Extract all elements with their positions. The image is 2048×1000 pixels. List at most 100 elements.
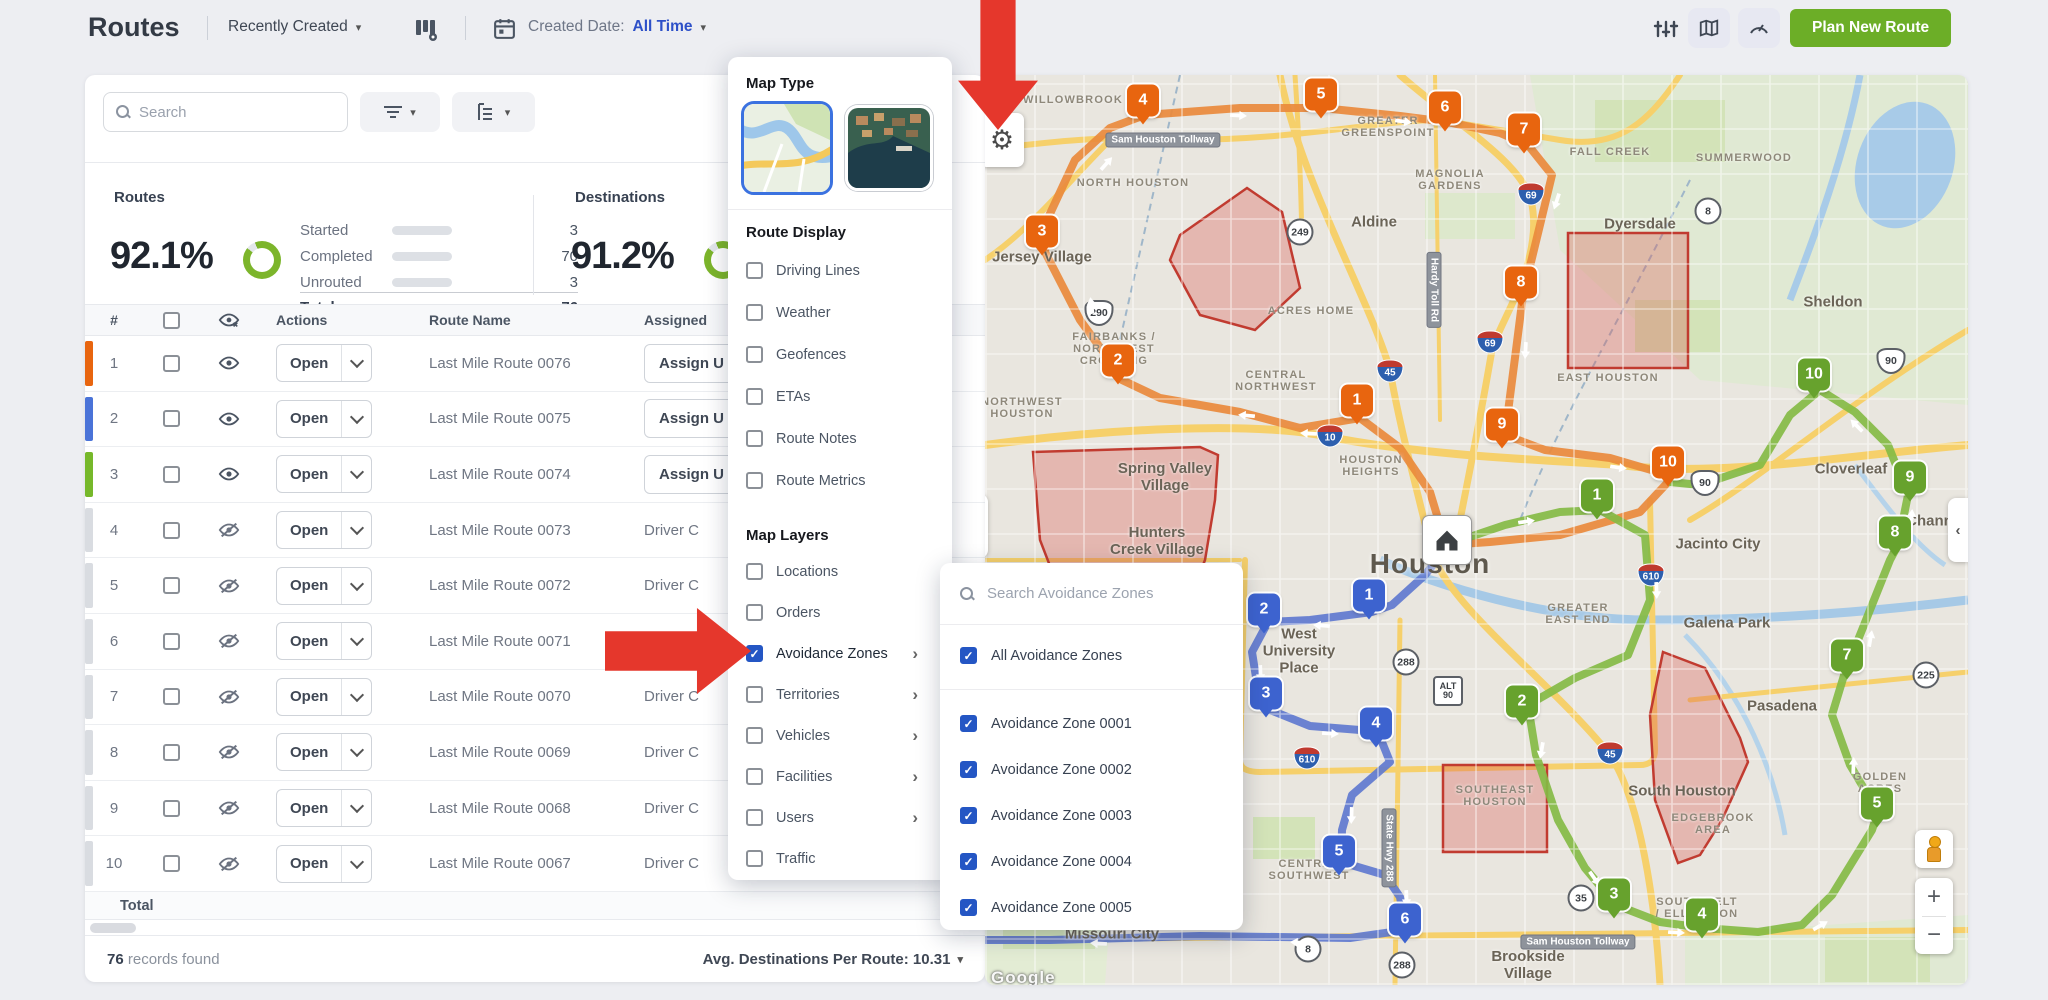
open-route-button[interactable]: Open bbox=[276, 845, 372, 883]
open-route-button[interactable]: Open bbox=[276, 733, 372, 771]
open-route-button[interactable]: Open bbox=[276, 567, 372, 605]
map-layer-item-users[interactable]: Users› bbox=[746, 809, 934, 826]
eye-off-icon[interactable] bbox=[199, 632, 259, 650]
row-checkbox[interactable] bbox=[163, 522, 180, 539]
route-display-item[interactable]: Driving Lines bbox=[746, 262, 860, 279]
checkbox[interactable] bbox=[746, 346, 763, 363]
assign-user-button[interactable]: Assign U bbox=[644, 399, 739, 438]
checkbox[interactable] bbox=[746, 388, 763, 405]
search-input[interactable]: Search bbox=[103, 92, 348, 132]
checkbox[interactable]: ✓ bbox=[746, 645, 763, 662]
chevron-down-icon[interactable] bbox=[341, 568, 371, 604]
row-checkbox[interactable] bbox=[163, 744, 180, 761]
chevron-down-icon[interactable] bbox=[341, 345, 371, 381]
row-checkbox[interactable] bbox=[163, 410, 180, 427]
depot-home-marker[interactable] bbox=[1422, 515, 1472, 565]
chevron-down-icon[interactable] bbox=[341, 734, 371, 770]
route-stop-marker-orange-4[interactable]: 4 bbox=[1127, 84, 1159, 116]
open-route-button[interactable]: Open bbox=[276, 344, 372, 382]
zoom-out-button[interactable]: − bbox=[1915, 917, 1953, 955]
avoidance-zone-item[interactable]: ✓Avoidance Zone 0002 bbox=[960, 761, 1132, 778]
route-stop-marker-green-2[interactable]: 2 bbox=[1506, 685, 1538, 717]
sort-dropdown[interactable]: Recently Created ▾ bbox=[228, 18, 361, 36]
dashboard-gauge-button[interactable] bbox=[1738, 8, 1780, 48]
eye-off-icon[interactable] bbox=[199, 577, 259, 595]
eye-off-icon[interactable] bbox=[199, 688, 259, 706]
route-name[interactable]: Last Mile Route 0069 bbox=[409, 744, 624, 761]
map-view-button[interactable] bbox=[1688, 8, 1730, 48]
map-layer-item-traffic[interactable]: Traffic bbox=[746, 850, 934, 867]
map-layer-item-territories[interactable]: Territories› bbox=[746, 686, 934, 703]
route-stop-marker-green-8[interactable]: 8 bbox=[1879, 516, 1911, 548]
collapse-panel-left-tab[interactable]: ‹ bbox=[985, 494, 988, 558]
route-stop-marker-orange-3[interactable]: 3 bbox=[1026, 215, 1058, 247]
map-layer-item-vehicles[interactable]: Vehicles› bbox=[746, 727, 934, 744]
filter-button[interactable]: ▾ bbox=[360, 92, 440, 132]
avg-destinations-dropdown[interactable]: Avg. Destinations Per Route: 10.31 ▾ bbox=[703, 951, 963, 968]
route-name[interactable]: Last Mile Route 0067 bbox=[409, 855, 624, 872]
row-checkbox[interactable] bbox=[163, 466, 180, 483]
open-route-button[interactable]: Open bbox=[276, 622, 372, 660]
checkbox[interactable] bbox=[746, 686, 763, 703]
open-route-button[interactable]: Open bbox=[276, 678, 372, 716]
route-stop-marker-orange-2[interactable]: 2 bbox=[1102, 344, 1134, 376]
avoidance-zone-item[interactable]: ✓Avoidance Zone 0005 bbox=[960, 899, 1132, 916]
route-display-item[interactable]: Geofences bbox=[746, 346, 846, 363]
all-avoidance-zones-row[interactable]: ✓ All Avoidance Zones bbox=[960, 647, 1122, 664]
map-type-satellite-option[interactable] bbox=[845, 105, 933, 191]
chevron-down-icon[interactable] bbox=[341, 456, 371, 492]
plan-new-route-button[interactable]: Plan New Route bbox=[1790, 9, 1951, 47]
open-route-button[interactable]: Open bbox=[276, 400, 372, 438]
open-route-button[interactable]: Open bbox=[276, 511, 372, 549]
sort-button[interactable]: ▾ bbox=[452, 92, 535, 132]
horizontal-scrollbar[interactable] bbox=[90, 923, 136, 933]
route-stop-marker-blue-4[interactable]: 4 bbox=[1360, 707, 1392, 739]
column-actions[interactable]: Actions bbox=[259, 312, 409, 328]
checkbox[interactable] bbox=[746, 809, 763, 826]
route-name[interactable]: Last Mile Route 0073 bbox=[409, 522, 624, 539]
chevron-down-icon[interactable] bbox=[341, 401, 371, 437]
row-checkbox[interactable] bbox=[163, 855, 180, 872]
route-display-item[interactable]: ETAs bbox=[746, 388, 810, 405]
checkbox[interactable]: ✓ bbox=[960, 899, 977, 916]
eye-icon[interactable] bbox=[199, 466, 259, 482]
route-stop-marker-orange-6[interactable]: 6 bbox=[1429, 91, 1461, 123]
open-route-button[interactable]: Open bbox=[276, 789, 372, 827]
avoidance-zones-search-input[interactable]: Search Avoidance Zones bbox=[940, 563, 1243, 625]
eye-x-icon[interactable] bbox=[199, 312, 259, 328]
route-stop-marker-orange-8[interactable]: 8 bbox=[1505, 266, 1537, 298]
route-stop-marker-blue-2[interactable]: 2 bbox=[1248, 593, 1280, 625]
collapse-panel-right-tab[interactable]: ‹ bbox=[1948, 498, 1968, 562]
checkbox[interactable] bbox=[746, 727, 763, 744]
filter-settings-icon[interactable] bbox=[1652, 15, 1680, 48]
route-name[interactable]: Last Mile Route 0074 bbox=[409, 466, 624, 483]
avoidance-zone-item[interactable]: ✓Avoidance Zone 0004 bbox=[960, 853, 1132, 870]
route-stop-marker-green-7[interactable]: 7 bbox=[1831, 639, 1863, 671]
checkbox[interactable] bbox=[746, 850, 763, 867]
route-stop-marker-orange-1[interactable]: 1 bbox=[1341, 384, 1373, 416]
open-route-button[interactable]: Open bbox=[276, 455, 372, 493]
eye-off-icon[interactable] bbox=[199, 521, 259, 539]
checkbox[interactable]: ✓ bbox=[960, 761, 977, 778]
map-layer-item-orders[interactable]: Orders bbox=[746, 604, 934, 621]
checkbox[interactable]: ✓ bbox=[960, 715, 977, 732]
route-stop-marker-green-4[interactable]: 4 bbox=[1686, 898, 1718, 930]
route-stop-marker-green-10[interactable]: 10 bbox=[1798, 358, 1830, 390]
created-date-filter[interactable]: Created Date: All Time ▾ bbox=[528, 18, 706, 36]
map-layer-item-facilities[interactable]: Facilities› bbox=[746, 768, 934, 785]
row-checkbox[interactable] bbox=[163, 688, 180, 705]
row-checkbox[interactable] bbox=[163, 355, 180, 372]
map-layer-item-avoidance-zones[interactable]: ✓Avoidance Zones› bbox=[746, 645, 934, 662]
select-all-checkbox[interactable] bbox=[163, 312, 180, 329]
checkbox[interactable] bbox=[746, 430, 763, 447]
route-stop-marker-blue-6[interactable]: 6 bbox=[1389, 903, 1421, 935]
route-stop-marker-blue-3[interactable]: 3 bbox=[1250, 677, 1282, 709]
route-name[interactable]: Last Mile Route 0068 bbox=[409, 800, 624, 817]
route-stop-marker-orange-9[interactable]: 9 bbox=[1486, 408, 1518, 440]
all-avoidance-zones-checkbox[interactable]: ✓ bbox=[960, 647, 977, 664]
route-stop-marker-blue-5[interactable]: 5 bbox=[1323, 835, 1355, 867]
route-stop-marker-orange-5[interactable]: 5 bbox=[1305, 78, 1337, 110]
route-stop-marker-green-3[interactable]: 3 bbox=[1598, 878, 1630, 910]
column-route-name[interactable]: Route Name bbox=[409, 312, 624, 328]
route-name[interactable]: Last Mile Route 0071 bbox=[409, 633, 624, 650]
